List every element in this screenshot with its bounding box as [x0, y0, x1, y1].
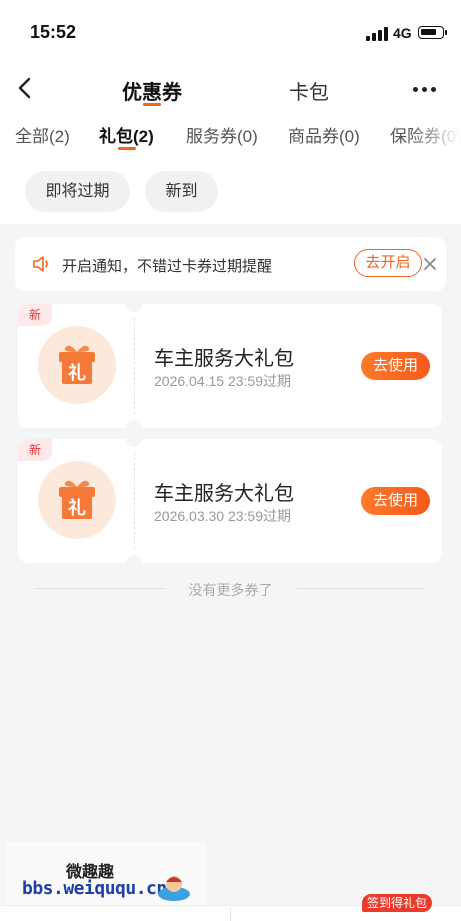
- category-tab-service[interactable]: 服务券(0): [186, 122, 258, 147]
- signal-icon: [366, 27, 388, 41]
- gift-icon-circle: 礼: [38, 461, 116, 539]
- back-chevron-icon: [18, 77, 31, 99]
- status-time: 15:52: [30, 22, 77, 42]
- coupon-card[interactable]: 新 礼 车主服务大礼包 2026.04.15 23:59过期 去使用: [18, 296, 442, 436]
- back-button[interactable]: [14, 76, 38, 100]
- speaker-icon: [33, 256, 48, 272]
- tab-card-pack[interactable]: 卡包: [289, 76, 329, 105]
- category-active-indicator: [118, 147, 136, 150]
- use-coupon-button[interactable]: 去使用: [361, 352, 430, 380]
- category-tab-all[interactable]: 全部(2): [15, 122, 70, 147]
- gift-icon-char: 礼: [68, 363, 86, 383]
- coupon-card[interactable]: 新 礼 车主服务大礼包 2026.03.30 23:59过期 去使用: [18, 431, 442, 571]
- notice-text: 开启通知，不错过卡券过期提醒: [62, 258, 273, 275]
- status-bar: 15:52 4G: [0, 0, 461, 66]
- enable-notification-button[interactable]: 去开启: [354, 249, 422, 277]
- coupon-expiry: 2026.03.30 23:59过期: [154, 508, 291, 524]
- network-label: 4G: [393, 25, 412, 41]
- watermark-url: bbs.weiququ.cn: [22, 878, 167, 899]
- coupon-expiry: 2026.04.15 23:59过期: [154, 373, 291, 389]
- tab-coupons[interactable]: 优惠券: [122, 76, 182, 105]
- coupon-title: 车主服务大礼包: [154, 483, 294, 505]
- tabs-fade-overlay: [411, 120, 461, 152]
- filter-expiring-soon[interactable]: 即将过期: [25, 171, 130, 212]
- close-icon[interactable]: [419, 253, 441, 275]
- more-button[interactable]: [410, 80, 440, 98]
- no-more-text: 没有更多券了: [188, 582, 273, 598]
- gift-icon-char: 礼: [68, 498, 86, 518]
- mascot-icon: [158, 876, 190, 901]
- watermark: 微趣趣 bbs.weiququ.cn: [6, 842, 206, 908]
- coupon-title: 车主服务大礼包: [154, 348, 294, 370]
- category-tabs: 全部(2) 礼包(2) 服务券(0) 商品券(0) 保险券(0): [0, 120, 461, 152]
- more-dots-icon: [413, 87, 418, 92]
- category-tab-goods[interactable]: 商品券(0): [288, 122, 360, 147]
- gift-icon-circle: 礼: [38, 326, 116, 404]
- category-tab-gift[interactable]: 礼包(2): [99, 122, 154, 147]
- filter-new[interactable]: 新到: [145, 171, 218, 212]
- no-more-divider: 没有更多券了: [0, 577, 461, 601]
- use-coupon-button[interactable]: 去使用: [361, 487, 430, 515]
- new-badge: 新: [18, 439, 52, 461]
- battery-icon: [418, 26, 447, 39]
- notification-banner: 开启通知，不错过卡券过期提醒 去开启: [15, 237, 446, 291]
- new-badge: 新: [18, 304, 52, 326]
- checkin-gift-badge[interactable]: 签到得礼包: [362, 894, 432, 912]
- tab-active-indicator: [143, 103, 161, 106]
